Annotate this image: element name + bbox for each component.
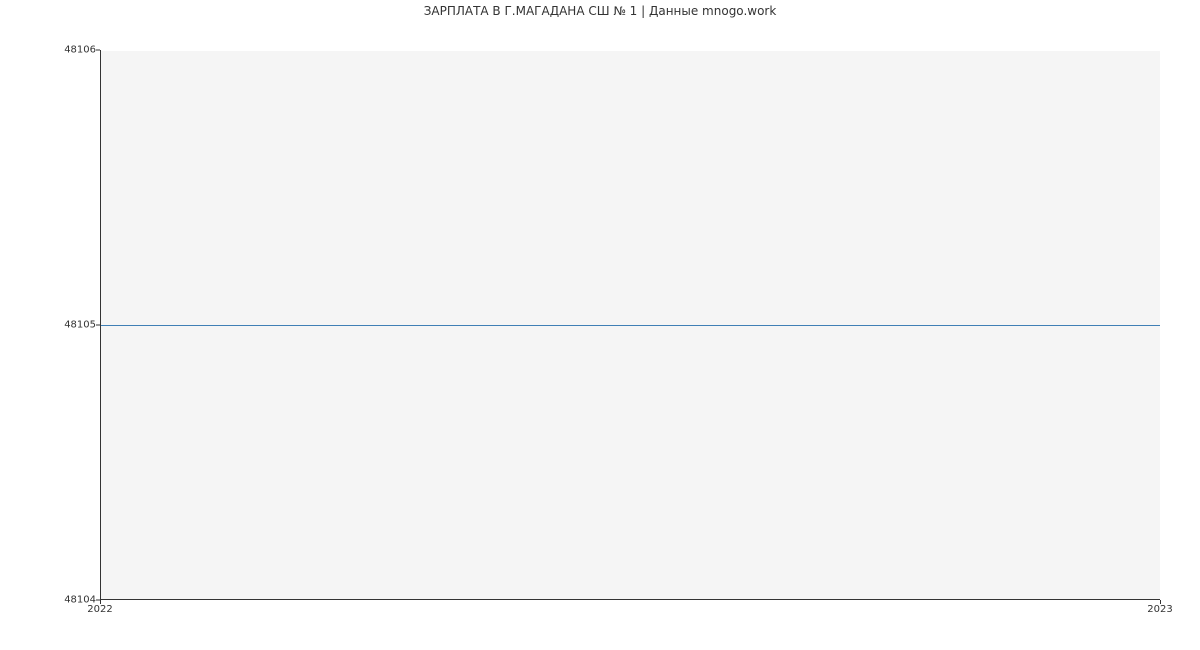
x-tick-label: 2022 — [87, 604, 112, 615]
y-tick-label: 48106 — [36, 45, 96, 56]
plot-area — [100, 50, 1160, 600]
x-tick-mark — [100, 600, 101, 604]
x-tick-mark — [1160, 600, 1161, 604]
y-tick-label: 48105 — [36, 320, 96, 331]
gridline — [101, 50, 1160, 51]
chart-title: ЗАРПЛАТА В Г.МАГАДАНА СШ № 1 | Данные mn… — [0, 4, 1200, 18]
series-line-salary — [101, 325, 1160, 326]
x-tick-label: 2023 — [1147, 604, 1172, 615]
chart-container: ЗАРПЛАТА В Г.МАГАДАНА СШ № 1 | Данные mn… — [0, 0, 1200, 650]
